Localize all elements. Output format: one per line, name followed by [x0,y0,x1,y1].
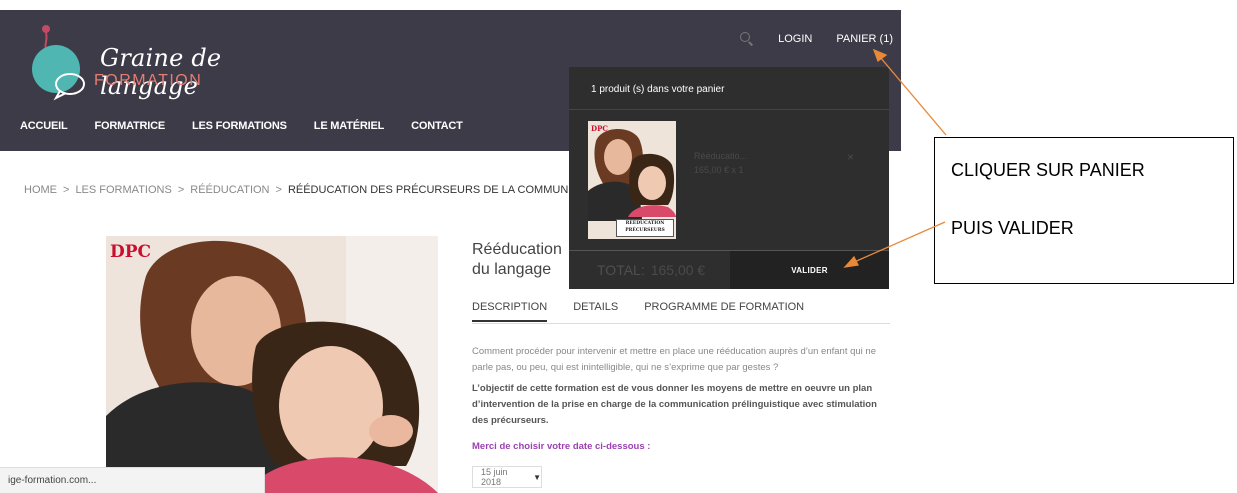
website: Graine de langage FORMATION LOGIN PANIER… [0,0,905,493]
product-description: Comment procéder pour intervenir et mett… [472,346,876,373]
search-icon[interactable] [740,32,754,46]
date-select-value: 15 juin 2018 [481,467,508,487]
date-prompt: Merci de choisir votre date ci-dessous : [472,441,651,452]
breadcrumb-reeducation[interactable]: RÉÉDUCATION [190,184,269,196]
annotation-box: CLIQUER SUR PANIER PUIS VALIDER [934,137,1234,284]
tab-details[interactable]: DETAILS [573,301,618,313]
cart-item-banner: RÉÉDUCATION PRÉCURSEURS [616,219,674,237]
site-logo[interactable]: Graine de langage FORMATION [30,22,260,102]
cart-link[interactable]: PANIER (1) [836,33,893,45]
cart-item-name[interactable]: Rééducatio... [694,151,747,161]
mother-child-photo-icon [106,236,438,493]
status-url: ige-formation.com... [8,475,97,486]
login-link[interactable]: LOGIN [778,33,812,45]
nav-item-materiel[interactable]: LE MATÉRIEL [314,120,385,132]
validate-button[interactable]: VALIDER [730,251,889,289]
tab-description[interactable]: DESCRIPTION [472,301,548,322]
browser-status-bar: ige-formation.com... [0,467,265,493]
breadcrumb-separator: > [63,184,70,196]
product-image: DPC [106,236,438,493]
tabs-divider [472,323,890,324]
product-title: Rééducation du langage [472,241,562,278]
nav-item-formations[interactable]: LES FORMATIONS [192,120,287,132]
product-tabs: DESCRIPTION DETAILS PROGRAMME DE FORMATI… [472,301,804,322]
cart-item-thumbnail[interactable]: DPC RÉÉDUCATION PRÉCURSEURS [588,121,676,239]
date-select[interactable]: 15 juin 2018 ▼ [472,466,542,488]
speech-bubble-logo-icon [32,25,85,101]
nav-item-accueil[interactable]: ACCUEIL [20,120,68,132]
cart-count-text: 1 produit (s) dans votre panier [591,84,725,95]
cart-dropdown: 1 produit (s) dans votre panier DPC RÉÉD… [569,67,889,289]
breadcrumb: HOME > LES FORMATIONS > RÉÉDUCATION > RÉÉDUCAT… [24,184,596,196]
breadcrumb-separator: > [177,184,185,196]
cart-total-label: TOTAL: [597,262,645,278]
breadcrumb-formations[interactable]: LES FORMATIONS [75,184,171,196]
logo-subtext: FORMATION [94,72,203,89]
annotation-line-2: PUIS VALIDER [951,218,1074,238]
breadcrumb-home[interactable]: HOME [24,184,57,196]
tab-programme[interactable]: PROGRAMME DE FORMATION [644,301,804,313]
nav-item-formatrice[interactable]: FORMATRICE [95,120,166,132]
cart-item-price: 165,00 € x 1 [694,165,744,175]
cart-dpc-badge: DPC [591,124,608,133]
cart-total-value: 165,00 € [650,262,706,278]
cart-total: TOTAL: 165,00 € [569,251,730,289]
product-objective: L’objectif de cette formation est de vou… [472,383,877,426]
breadcrumb-current: RÉÉDUCATION DES PRÉCURSEURS DE LA COMMUN… [287,184,596,196]
chevron-down-icon: ▼ [533,472,541,482]
main-nav: ACCUEIL FORMATRICE LES FORMATIONS LE MAT… [20,120,463,132]
breadcrumb-separator: > [275,184,282,196]
annotation-line-1: CLIQUER SUR PANIER [951,160,1145,180]
cart-divider [569,109,889,110]
dpc-badge: DPC [110,242,152,262]
top-nav: LOGIN PANIER (1) [740,32,893,46]
cart-remove-icon[interactable]: × [847,150,854,164]
nav-item-contact[interactable]: CONTACT [411,120,463,132]
